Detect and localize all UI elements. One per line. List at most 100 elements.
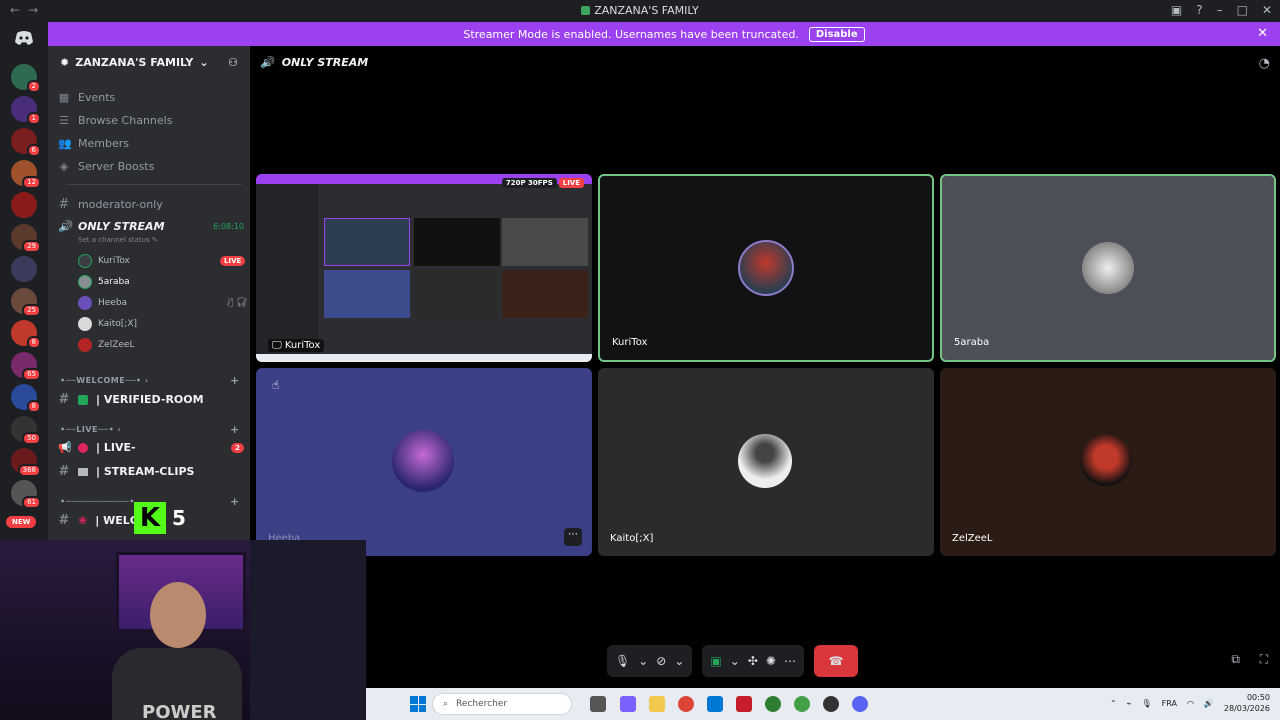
server-icon[interactable]: 12 [11,160,41,189]
copilot-icon[interactable] [620,696,636,712]
chevron-down-icon[interactable]: ⌄ [674,654,684,668]
voice-user-kuritox[interactable]: KuriTox LIVE [78,254,246,268]
add-channel-icon[interactable]: + [230,423,240,436]
close-window-button[interactable]: ✕ [1262,3,1272,17]
popout-icon[interactable]: ⧉ [1231,652,1240,667]
inbox-icon[interactable]: ▣ [1171,3,1182,17]
voice-channel-only-stream[interactable]: 🔊 ONLY STREAM 6:08:10 [58,220,244,233]
fullscreen-icon[interactable]: ⛶ [1260,652,1268,667]
language-indicator[interactable]: FRA [1162,699,1177,708]
server-icon[interactable]: 2 [11,64,41,93]
activity-icon[interactable]: ◔ [1259,56,1270,71]
menu-browse-channels[interactable]: ☰ Browse Channels [58,114,244,127]
voice-user-kaito[interactable]: Kaito[;X] [78,317,137,331]
wifi-icon[interactable]: ◠ [1187,699,1194,708]
obs-icon[interactable] [823,696,839,712]
volume-icon[interactable]: 🔊 [1204,699,1214,708]
add-member-icon[interactable]: ⚇ [228,56,238,69]
add-channel-icon[interactable]: + [230,374,240,387]
channel-status[interactable]: Set a channel status ✎ [78,236,158,244]
server-icon[interactable]: 29 [11,224,41,253]
channel-verified-room[interactable]: # | VERIFIED-ROOM [58,392,244,407]
chrome-icon[interactable] [678,696,694,712]
tile-kuritox[interactable]: KuriTox [598,174,934,362]
server-icon[interactable] [11,256,37,282]
server-icon[interactable]: 6 [11,128,41,157]
app-icon[interactable] [736,696,752,712]
taskbar-search[interactable]: ⌕ Rechercher [432,693,572,715]
camera-off-icon[interactable]: ⊘ [656,654,666,668]
minimize-button[interactable]: – [1217,3,1223,17]
tile-heeba[interactable]: Heeba ⋯ [256,368,592,556]
tile-name-text: KuriTox [284,340,321,351]
tile-name: ZelZeeL [952,533,993,544]
activities-icon[interactable]: ✣ [748,654,758,668]
voice-user-5araba[interactable]: 5araba [78,275,130,289]
soundboard-icon[interactable]: ✺ [766,654,776,668]
tile-kaito[interactable]: Kaito[;X] [598,368,934,556]
hash-icon: # [58,513,70,528]
mention-badge: 368 [17,464,41,477]
tile-stream[interactable]: 720P 30FPS LIVE 🖵 KuriTox [256,174,592,362]
mic-tray-icon[interactable]: 🎙 [1141,699,1151,708]
more-options-icon[interactable]: ⋯ [564,528,582,546]
discord-home-icon[interactable] [10,30,38,50]
channel-live[interactable]: 📢 | LIVE- 2 [58,441,244,454]
start-tile [418,696,426,704]
disconnect-button[interactable]: ☎ [813,645,858,677]
server-header[interactable]: ✹ ZANZANA'S FAMILY ⌄ ⚇ [48,46,250,78]
stream-badges: 720P 30FPS LIVE [501,178,584,188]
calendar-icon: ▦ [58,91,70,104]
server-icon[interactable]: 25 [11,288,41,317]
channel-moderator-only[interactable]: # moderator-only [58,197,244,212]
server-icon[interactable] [11,192,37,218]
server-icon[interactable]: 65 [11,352,41,381]
server-icon[interactable]: 368 [11,448,41,477]
menu-events[interactable]: ▦ Events [58,91,244,104]
chevron-down-icon[interactable]: ⌄ [638,654,648,668]
windows-start-icon[interactable] [410,696,426,712]
voice-user-heeba[interactable]: Heeba 🎙̸ 🎧̸ [78,296,247,310]
add-channel-icon[interactable]: + [230,495,240,508]
help-icon[interactable]: ? [1196,3,1202,17]
menu-server-boosts[interactable]: ◈ Server Boosts [58,160,244,173]
voice-user-zelzeel[interactable]: ZelZeeL [78,338,134,352]
category-third[interactable]: •────────────• + [60,495,239,508]
members-icon: 👥 [58,137,72,150]
discord-taskbar-icon[interactable] [852,696,868,712]
store-icon[interactable] [707,696,723,712]
chrome-profile-icon[interactable] [794,696,810,712]
mention-badge: 2 [231,442,244,453]
server-icon[interactable]: 8 [11,320,41,349]
more-icon[interactable]: ⋯ [784,654,796,668]
channel-stream-clips[interactable]: # | STREAM-CLIPS [58,464,244,479]
server-icon[interactable]: 50 [11,416,41,445]
task-view-icon[interactable] [590,696,606,712]
server-icon[interactable]: 1 [11,96,41,125]
tile-zelzeel[interactable]: ZelZeeL [940,368,1276,556]
close-banner-icon[interactable]: ✕ [1257,26,1268,41]
server-icon[interactable]: 61 [11,480,41,509]
maximize-button[interactable]: □ [1237,3,1248,17]
network-icon[interactable]: ⌁ [1127,699,1132,708]
category-welcome[interactable]: •──WELCOME──• › + [60,374,239,387]
chrome-profile-icon[interactable] [765,696,781,712]
clock-date: 28/03/2026 [1223,704,1270,713]
new-badge[interactable]: NEW [6,516,37,528]
mention-badge: 25 [22,304,41,317]
channel-label: | WELC [95,514,138,527]
category-live[interactable]: •──LIVE──• › + [60,423,239,436]
tray-chevron-icon[interactable]: ⌃ [1110,699,1117,708]
screen-share-button[interactable]: ▣ ⌄ ✣ ✺ ⋯ [702,645,804,677]
chevron-down-icon[interactable]: ⌄ [730,654,740,668]
file-explorer-icon[interactable] [649,696,665,712]
film-icon [78,467,88,476]
tile-5araba[interactable]: 5araba [940,174,1276,362]
microphone-button[interactable]: 🎙 ⌄ ⊘ ⌄ [607,645,693,677]
shirt-text: POWER [142,702,217,720]
server-icon[interactable]: 8 [11,384,41,413]
menu-members[interactable]: 👥 Members [58,137,244,150]
category-label: •──LIVE──• [60,425,115,434]
disable-button[interactable]: Disable [808,26,865,42]
clock[interactable]: 00:50 28/03/2026 [1224,692,1270,714]
